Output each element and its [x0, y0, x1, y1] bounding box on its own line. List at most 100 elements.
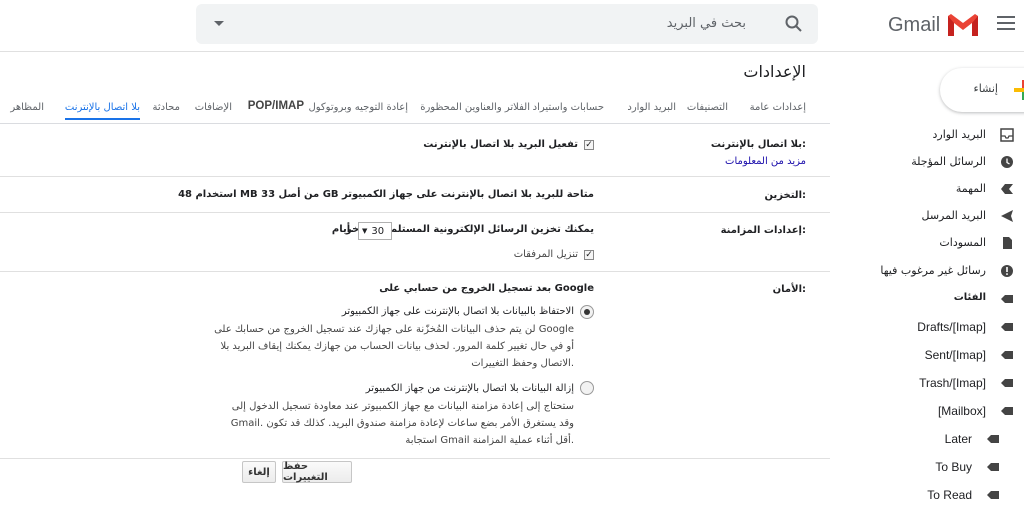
sidebar-item-spam[interactable]: رسائل غير مرغوب فيها [878, 260, 1024, 282]
learn-more-link[interactable]: مزيد من المعلومات [725, 156, 806, 167]
tab-themes[interactable]: المظاهر [10, 102, 44, 113]
sidebar-item-inbox[interactable]: البريد الوارد [878, 124, 1024, 146]
sidebar-item-imap-sent[interactable]: [Imap]/Sent [878, 344, 1024, 366]
plus-icon [1014, 80, 1024, 100]
security-heading: بعد تسجيل الخروج من حسابي على Google [379, 283, 594, 294]
sidebar-item-imap-drafts[interactable]: [Imap]/Drafts [878, 316, 1024, 338]
important-icon [1001, 184, 1013, 194]
cancel-button[interactable]: إلغاء [242, 461, 276, 483]
tab-addons[interactable]: الإضافات [195, 102, 232, 113]
keep-offline-data-radio[interactable] [580, 305, 594, 319]
sync-days-suffix: أيام. [331, 224, 354, 235]
keep-offline-data-title: الاحتفاظ بالبيانات بلا اتصال بالإنترنت ع… [341, 306, 574, 317]
top-bar: Gmail بحث في البريد [0, 0, 1024, 52]
sidebar-item-drafts[interactable]: المسودات [878, 232, 1024, 254]
send-icon [1001, 210, 1013, 222]
label-icon [987, 435, 999, 443]
label-icon [1001, 323, 1013, 331]
sidebar-item-label: المسودات [939, 236, 986, 249]
compose-button[interactable]: إنشاء [940, 68, 1024, 112]
sidebar-item-label: رسائل غير مرغوب فيها [880, 264, 986, 277]
spam-icon [1001, 265, 1013, 277]
storage-label: التخزين: [764, 190, 806, 201]
tab-forwarding[interactable]: إعادة التوجيه وبروتوكول [308, 102, 408, 113]
sidebar-item-label: [Mailbox] [937, 404, 986, 418]
settings-tabs: إعدادات عامة التصنيفات البريد الوارد حسا… [0, 96, 830, 124]
tab-chat[interactable]: محادثة [153, 102, 180, 113]
tab-inbox[interactable]: البريد الوارد [627, 102, 676, 113]
label-icon [1001, 379, 1013, 387]
sidebar-item-categories[interactable]: الفئات [878, 288, 1024, 310]
sidebar-item-label: [Imap]/Trash [919, 376, 986, 390]
sidebar-item-label: البريد المرسل [921, 209, 986, 222]
search-icon[interactable] [784, 14, 804, 34]
tab-labels[interactable]: التصنيفات [687, 102, 728, 113]
settings-panel: الإعدادات إعدادات عامة التصنيفات البريد … [0, 52, 830, 493]
sidebar-item-mailbox[interactable]: [Mailbox] [878, 400, 1024, 422]
gmail-logo-text: Gmail [888, 13, 941, 36]
sidebar-item-later[interactable]: Later [878, 428, 1024, 450]
tab-filters[interactable]: الفلاتر والعناوين المحظورة [420, 102, 530, 113]
sidebar-item-snoozed[interactable]: الرسائل المؤجلة [878, 151, 1024, 173]
draft-icon [1003, 237, 1012, 249]
main-menu-icon[interactable] [997, 16, 1015, 30]
sidebar-item-imap-trash[interactable]: [Imap]/Trash [878, 372, 1024, 394]
save-changes-button[interactable]: حفظ التغييرات [282, 461, 352, 483]
remove-offline-data-desc-3: استجابة Gmail أقل أثناء عملية المزامنة. [405, 435, 574, 446]
sync-days-select[interactable]: ▼ 30 [358, 222, 392, 240]
remove-offline-data-desc-1: ستحتاج إلى إعادة مزامنة البيانات مع جهاز… [231, 401, 574, 412]
dropdown-arrow-icon: ▼ [362, 227, 368, 235]
page-title: الإعدادات [743, 62, 806, 81]
tab-general[interactable]: إعدادات عامة [750, 102, 806, 113]
search-options-icon[interactable] [214, 21, 224, 26]
sync-setting-row: إعدادات المزامنة: يمكنك تخزين الرسائل ال… [0, 214, 830, 272]
sync-days-value: 30 [371, 225, 385, 237]
sidebar: إنشاء البريد الوارد الرسائل المؤجلة المه… [878, 52, 1024, 502]
tab-accounts[interactable]: حسابات واستيراد [533, 102, 604, 113]
security-setting-row: الأمان: بعد تسجيل الخروج من حسابي على Go… [0, 273, 830, 459]
sidebar-item-label: الفئات [953, 292, 986, 303]
offline-setting-row: بلا اتصال بالإنترنت: مزيد من المعلومات ✓… [0, 125, 830, 177]
label-icon [987, 491, 999, 499]
search-bar[interactable]: بحث في البريد [196, 4, 818, 44]
label-icon [1001, 407, 1013, 415]
storage-setting-row: التخزين: استخدام 48 MB من أصل 33 GB متاح… [0, 178, 830, 213]
enable-offline-checkbox[interactable]: ✓ [584, 140, 594, 150]
label-icon [1001, 295, 1013, 303]
download-attachments-checkbox[interactable]: ✓ [584, 250, 594, 260]
gmail-m-icon [948, 14, 979, 36]
offline-label: بلا اتصال بالإنترنت: [710, 139, 806, 150]
sidebar-item-label: البريد الوارد [932, 128, 987, 141]
sidebar-item-label: [Imap]/Sent [924, 348, 986, 362]
sidebar-item-to-read[interactable]: To Read [878, 484, 1024, 506]
keep-offline-data-desc-3: الاتصال وحفظ التغييرات. [471, 358, 574, 369]
search-input[interactable]: بحث في البريد [667, 16, 746, 31]
sidebar-item-label: المهمة [955, 182, 986, 195]
remove-offline-data-desc-2: Gmail. وقد يستغرق الأمر بضع ساعات لإعادة… [230, 418, 574, 429]
tab-pop-imap[interactable]: POP/IMAP [248, 100, 304, 112]
sidebar-item-important[interactable]: المهمة [878, 178, 1024, 200]
sidebar-item-label: Later [944, 432, 972, 446]
sidebar-item-label: [Imap]/Drafts [917, 320, 986, 334]
security-label: الأمان: [772, 284, 806, 295]
keep-offline-data-desc-2: أو في حال تغيير كلمة المرور. لحذف بيانات… [220, 341, 574, 352]
gmail-logo[interactable]: Gmail [888, 10, 980, 40]
inbox-icon [1000, 128, 1014, 142]
tab-offline[interactable]: بلا اتصال بالإنترنت [64, 102, 140, 120]
keep-offline-data-desc-1: لن يتم حذف البيانات المُخزّنة على جهازك … [214, 324, 574, 335]
sidebar-item-label: To Read [927, 488, 972, 502]
sidebar-item-to-buy[interactable]: To Buy [878, 456, 1024, 478]
sync-label: إعدادات المزامنة: [720, 225, 806, 236]
remove-offline-data-radio[interactable] [580, 381, 594, 395]
sidebar-item-sent[interactable]: البريد المرسل [878, 205, 1024, 227]
sidebar-item-label: To Buy [935, 460, 972, 474]
remove-offline-data-title: إزالة البيانات بلا اتصال بالإنترنت من جه… [365, 383, 574, 394]
download-attachments-label: تنزيل المرفقات [513, 249, 578, 260]
sidebar-item-label: الرسائل المؤجلة [911, 155, 986, 168]
label-icon [1001, 351, 1013, 359]
enable-offline-label: تفعيل البريد بلا اتصال بالإنترنت [423, 139, 578, 150]
storage-usage-text: استخدام 48 MB من أصل 33 GB متاحة للبريد … [178, 189, 594, 200]
clock-icon [1001, 156, 1013, 168]
compose-label: إنشاء [973, 82, 998, 95]
label-icon [987, 463, 999, 471]
